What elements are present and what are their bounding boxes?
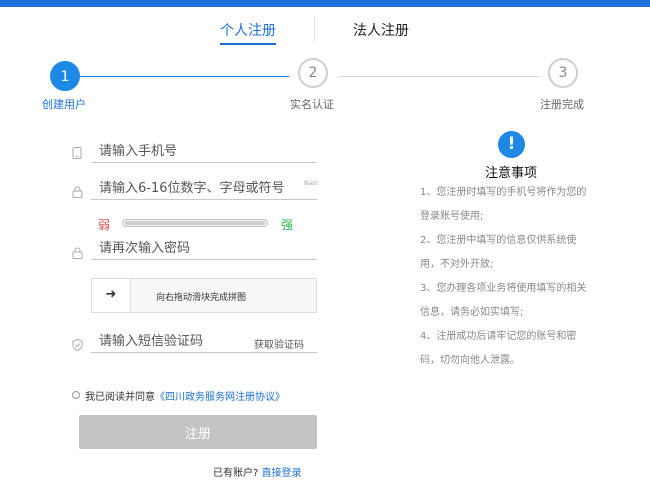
phone-input[interactable] (91, 141, 317, 163)
agreement-text: 我已阅读并同意《四川政务服务网注册协议》 (85, 388, 285, 403)
slider-captcha: ➜ 向右拖动滑块完成拼图 (91, 278, 317, 313)
login-row: 已有账户? 直接登录 (213, 464, 302, 479)
register-button[interactable]: 注册 (79, 415, 317, 449)
tab-personal-registration[interactable]: 个人注册 (220, 20, 276, 45)
shield-check-icon (71, 338, 83, 352)
password-input[interactable] (91, 178, 317, 200)
step-2-label: 实名认证 (290, 98, 334, 111)
notice-line: 4、注册成功后请牢记您的账号和密 (420, 331, 577, 342)
step-3-circle: 3 (548, 58, 578, 88)
slider-handle[interactable]: ➜ (92, 279, 131, 312)
password-hint: Nast (304, 180, 318, 187)
phone-icon (71, 147, 83, 159)
notice-line: 用，不对外开放; (420, 259, 494, 270)
notice-line: 信息，请务必如实填写; (420, 307, 524, 318)
notice-line: 1、您注册时填写的手机号将作为您的 (420, 187, 587, 198)
login-link[interactable]: 直接登录 (262, 468, 302, 479)
slider-instruction: 向右拖动滑块完成拼图 (156, 293, 247, 303)
notice-line: 登录账号使用; (420, 211, 484, 222)
notice-line: 3、您办理各项业务将使用填写的相关 (420, 283, 587, 294)
get-sms-code-button[interactable]: 获取验证码 (254, 336, 304, 351)
step-3-label: 注册完成 (540, 98, 584, 111)
step-1-label: 创建用户 (42, 98, 86, 111)
notice-line: 码，切勿向他人泄露。 (420, 355, 520, 366)
top-accent-bar (0, 0, 650, 7)
registration-tabs: 个人注册 法人注册 (0, 20, 650, 50)
tab-legal-registration[interactable]: 法人注册 (353, 20, 409, 40)
lock-icon (71, 186, 83, 198)
notice-line: 2、您注册中填写的信息仅供系统使 (420, 235, 577, 246)
step-line-completed (80, 76, 289, 77)
agree-radio[interactable] (72, 391, 80, 399)
lock-icon-confirm (71, 247, 83, 259)
tab-divider (314, 16, 315, 42)
agreement-link[interactable]: 《四川政务服务网注册协议》 (155, 392, 285, 403)
info-icon: ! (498, 131, 525, 158)
strength-fill (125, 221, 265, 225)
step-line-pending (339, 76, 539, 77)
notice-title: 注意事项 (485, 166, 538, 181)
strength-strong-label: 强 (281, 218, 294, 232)
agreement-prefix: 我已阅读并同意 (85, 392, 155, 403)
password-strength-bar (122, 219, 268, 227)
confirm-password-input[interactable] (91, 238, 317, 260)
strength-weak-label: 弱 (98, 218, 111, 232)
login-prefix: 已有账户? (213, 468, 259, 479)
step-1-circle: 1 (50, 61, 80, 91)
step-2-circle: 2 (298, 58, 328, 88)
